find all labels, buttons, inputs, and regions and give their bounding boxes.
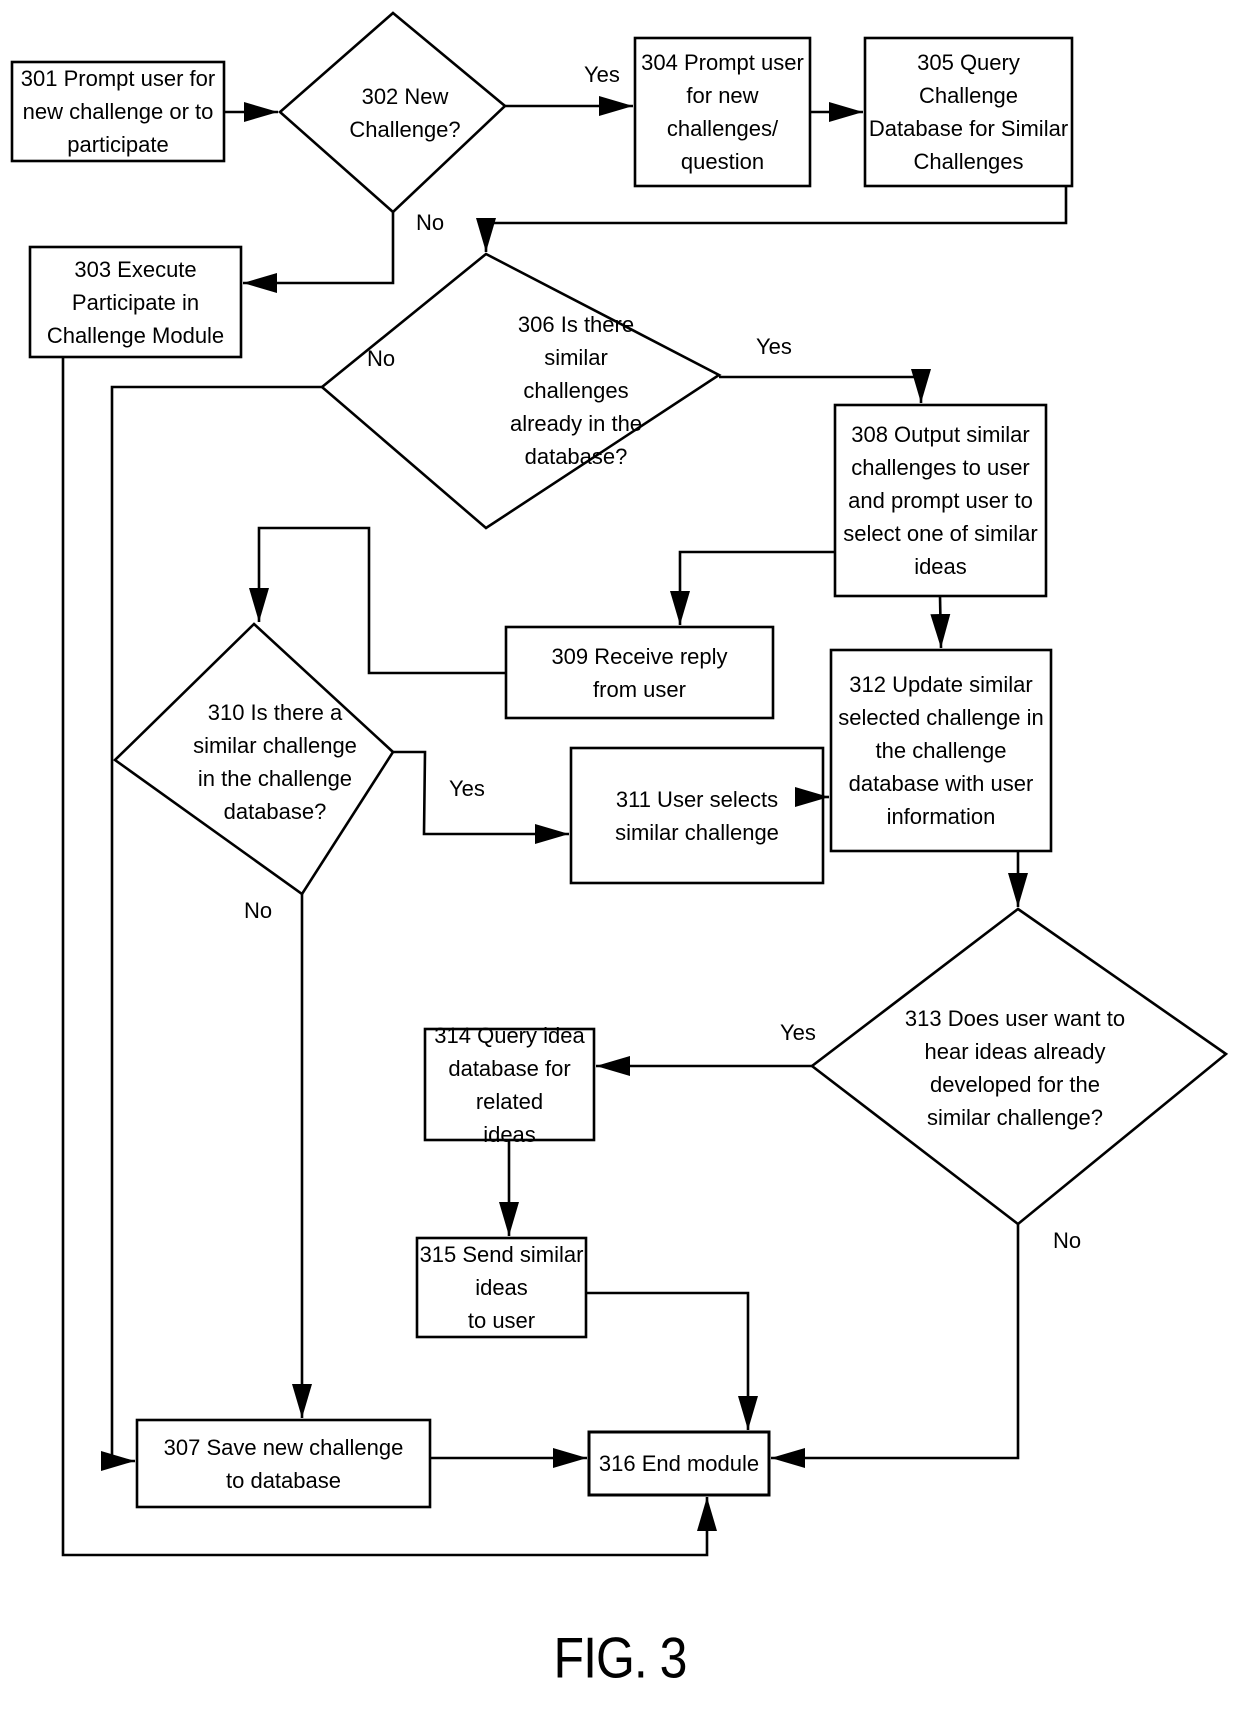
edge-label-306-no: No [367,346,396,371]
edge-label-302-yes: Yes [584,62,620,87]
edge-302-303 [243,212,395,293]
node-307-text: 307 Save new challenge to database [163,1434,404,1493]
edge-label-302-no: No [416,210,445,235]
edge-313-316 [771,1224,1020,1468]
node-316-text: 316 End module [598,1451,760,1476]
edge-label-313-no: No [1053,1228,1082,1253]
edge-305-306 [476,186,1068,252]
node-310-text: 310 Is there a similar challenge in the … [193,700,357,824]
edge-308-309 [670,550,835,625]
edge-label-310-yes: Yes [449,776,485,801]
edge-label-306-yes: Yes [756,334,792,359]
node-315-text: 315 Send similar ideas to user [419,1242,584,1333]
edge-309-310 [249,526,506,675]
edge-303-316 [61,357,717,1557]
node-313-text: 313 Does user want to hear ideas already… [904,1006,1126,1130]
edge-label-310-no: No [244,898,273,923]
node-309-text: 309 Receive reply from user [551,643,728,702]
node-311-text: 311 User selects similar challenge [615,786,779,845]
node-312-text: 312 Update similar selected challenge in… [838,672,1044,829]
edge-315-316 [586,1291,758,1430]
node-308-text: 308 Output similar challenges to user an… [843,422,1038,579]
node-306-text: 306 Is there similar challenges already … [509,312,643,469]
node-304-text: 304 Prompt user for new challenges/ ques… [641,50,804,174]
node-303-text: 303 Execute Participate in Challenge Mod… [46,256,225,348]
edge-label-313-yes: Yes [780,1020,816,1045]
node-301-text: 301 Prompt user for new challenge or to … [20,66,216,157]
edge-308-312 [930,595,951,649]
node-302-text: 302 New Challenge? [349,84,461,142]
node-314-text: 314 Query idea database for related idea… [434,1022,585,1147]
edge-306-307 [101,385,322,1471]
edge-306-308 [719,369,931,403]
figure-caption: FIG. 3 [553,1625,688,1691]
node-305-text: 305 Query Challenge Database for Similar… [868,50,1069,174]
